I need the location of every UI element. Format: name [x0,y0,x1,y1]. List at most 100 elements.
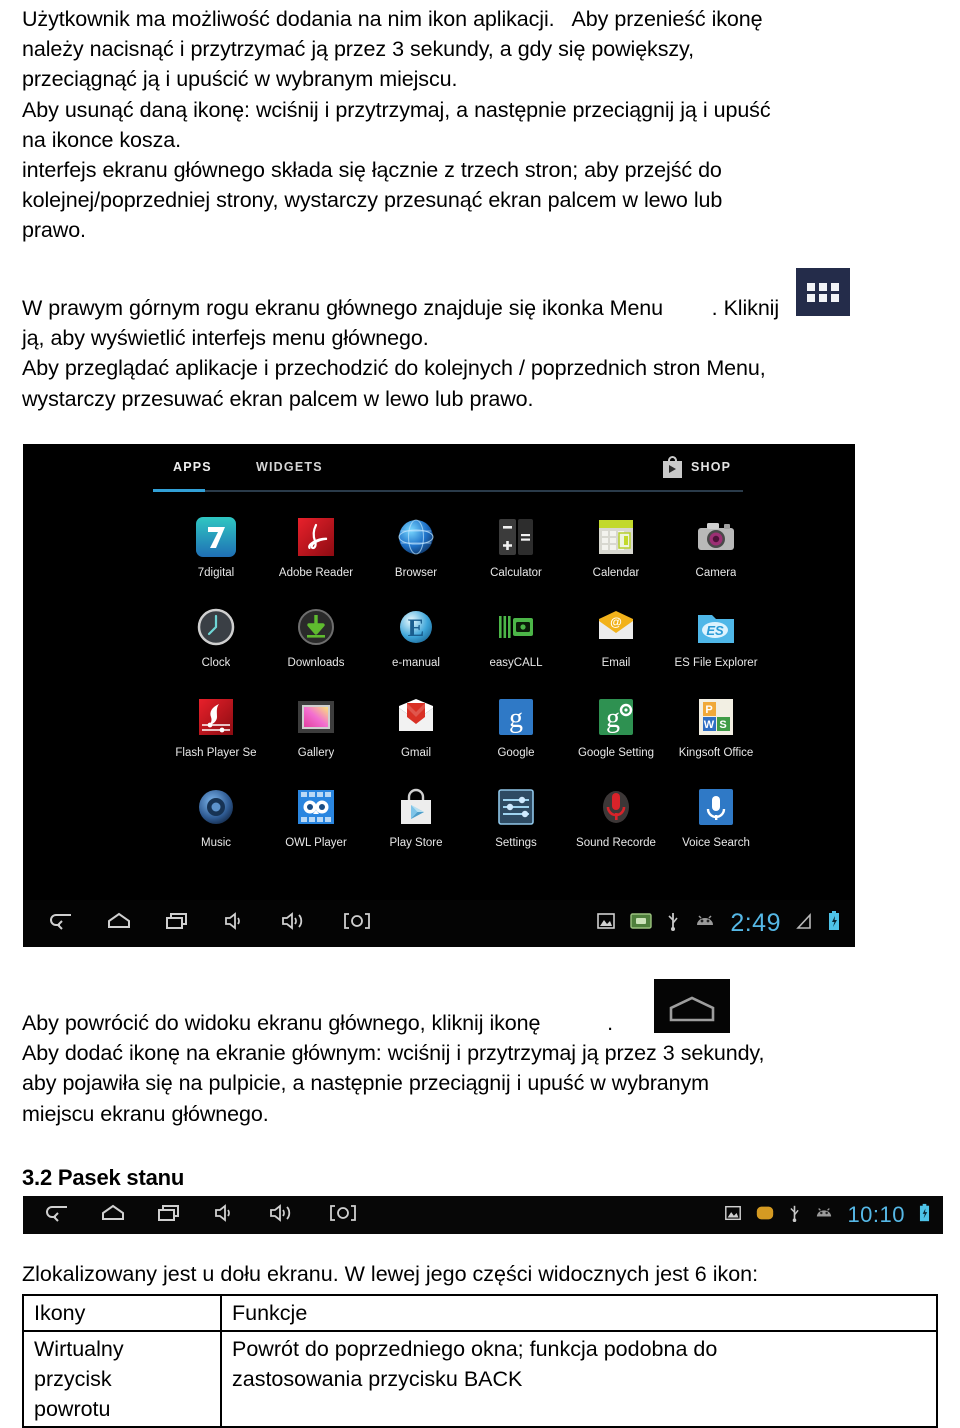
svg-text:g: g [509,703,523,734]
calculator-icon [493,514,539,560]
app-item-clock[interactable]: Clock [166,598,266,688]
app-item-gallery[interactable]: Gallery [266,688,366,778]
gmail-icon [393,694,439,740]
para-line: przeciągnąć ją i upuścić w wybranym miej… [22,67,458,92]
app-item-flash-player-settings[interactable]: Flash Player Se [166,688,266,778]
volume-up-icon[interactable] [269,1203,297,1228]
app-label: Browser [394,567,438,579]
gallery-icon [293,694,339,740]
adobe-reader-icon [293,514,339,560]
app-item-calculator[interactable]: Calculator [466,508,566,598]
app-item-google-settings[interactable]: g Google Setting [566,688,666,778]
para-line: Aby usunąć daną ikonę: wciśnij i przytrz… [22,97,771,122]
screenshot-navbar: 2:49 [23,900,855,947]
app-label: Gallery [297,747,335,759]
app-item-kingsoft-office[interactable]: P W S Kingsoft Office [666,688,766,778]
table-cell-icon-desc: Wirtualny przycisk powrotu [22,1330,222,1428]
app-item-email[interactable]: @ Email [566,598,666,688]
7digital-icon [193,514,239,560]
app-label: Settings [495,837,537,849]
app-item-calendar[interactable]: Calendar [566,508,666,598]
app-label: 7digital [197,567,235,579]
home-icon-spacer [540,1008,607,1038]
app-label: Google Setting [577,747,655,759]
home-icon[interactable] [100,1203,126,1228]
app-item-downloads[interactable]: Downloads [266,598,366,688]
para-line: prawo. [22,218,86,243]
shopping-bag-play-icon [663,456,682,478]
app-item-browser[interactable]: Browser [366,508,466,598]
para-line: wystarczy przesuwać ekran palcem w lewo … [22,386,534,411]
app-label: Clock [201,657,231,669]
volume-up-icon[interactable] [281,911,309,936]
app-item-easycall[interactable]: easyCALL [466,598,566,688]
app-label: ES File Explorer [674,657,758,669]
app-item-sound-recorder[interactable]: Sound Recorde [566,778,666,868]
google-icon: g [493,694,539,740]
screenshot-icon[interactable] [342,911,372,936]
navbar-left-icons [23,911,372,936]
app-item-voice-search[interactable]: Voice Search [666,778,766,868]
app-label: Kingsoft Office [678,747,754,759]
shop-label: SHOP [691,460,732,474]
app-label: OWL Player [285,837,347,849]
app-item-es-file-explorer[interactable]: ES ES File Explorer [666,598,766,688]
app-item-7digital[interactable]: 7digital [166,508,266,598]
app-label: Voice Search [682,837,750,849]
app-item-adobe-reader[interactable]: Adobe Reader [266,508,366,598]
app-item-e-manual[interactable]: E e-manual [366,598,466,688]
tab-underline-track [153,490,743,492]
menu-grid-icon [796,268,850,316]
back-icon[interactable] [43,1203,69,1228]
svg-text:S: S [719,719,726,731]
table-cell-function-desc: Powrót do poprzedniego okna; funkcja pod… [220,1330,938,1428]
para-line: interfejs ekranu głównego składa się łąc… [22,158,722,183]
app-item-owl-player[interactable]: OWL Player [266,778,366,868]
e-manual-icon: E [393,604,439,650]
app-label: Downloads [287,657,345,669]
app-item-settings[interactable]: Settings [466,778,566,868]
shop-button[interactable]: SHOP [663,456,731,478]
volume-down-icon[interactable] [224,911,248,936]
tab-apps[interactable]: APPS [173,460,212,474]
app-item-gmail[interactable]: Gmail [366,688,466,778]
recents-icon[interactable] [165,911,191,936]
app-item-google[interactable]: g Google [466,688,566,778]
app-label: Google [497,747,535,759]
status-strip-right-status: 10:10 [724,1196,931,1234]
app-item-camera[interactable]: Camera [666,508,766,598]
email-envelope-icon: @ [593,604,639,650]
table-header-row: Ikony Funkcje [22,1294,938,1332]
app-item-play-store[interactable]: Play Store [366,778,466,868]
recents-icon[interactable] [157,1203,183,1228]
app-label: Music [200,837,232,849]
app-label: Calendar [592,567,640,579]
paragraph-block-a: Użytkownik ma możliwość dodania na nim i… [22,4,952,246]
home-icon [654,979,730,1033]
volume-down-icon[interactable] [214,1203,238,1228]
back-icon[interactable] [47,911,73,936]
screenshot-icon[interactable] [328,1203,358,1228]
battery-charging-icon [918,1203,931,1228]
svg-text:g: g [606,703,620,734]
document-page: Użytkownik ma możliwość dodania na nim i… [0,0,960,1428]
sd-card-icon [630,912,653,935]
svg-text:W: W [704,719,715,731]
play-store-icon [393,784,439,830]
app-item-music[interactable]: Music [166,778,266,868]
app-grid: 7digital Adobe Reader Browser Calculator… [166,508,766,868]
status-clock: 10:10 [847,1202,905,1227]
app-label: Camera [695,567,737,579]
app-label: easyCALL [489,657,543,669]
sd-card-icon [755,1204,775,1227]
es-file-explorer-icon: ES [693,604,739,650]
svg-text:E: E [408,615,425,642]
home-icon[interactable] [106,911,132,936]
paragraph-block-c: Aby powrócić do widoku ekranu głównego, … [22,1008,952,1129]
bottom-intro-text: Zlokalizowany jest u dołu ekranu. W lewe… [22,1262,759,1286]
tab-widgets[interactable]: WIDGETS [256,460,323,474]
battery-charging-icon [827,910,841,937]
para-line: na ikonce kosza. [22,127,181,152]
para-text-after-home-icon: . [607,1011,614,1035]
cell-line: Wirtualny [34,1337,124,1361]
